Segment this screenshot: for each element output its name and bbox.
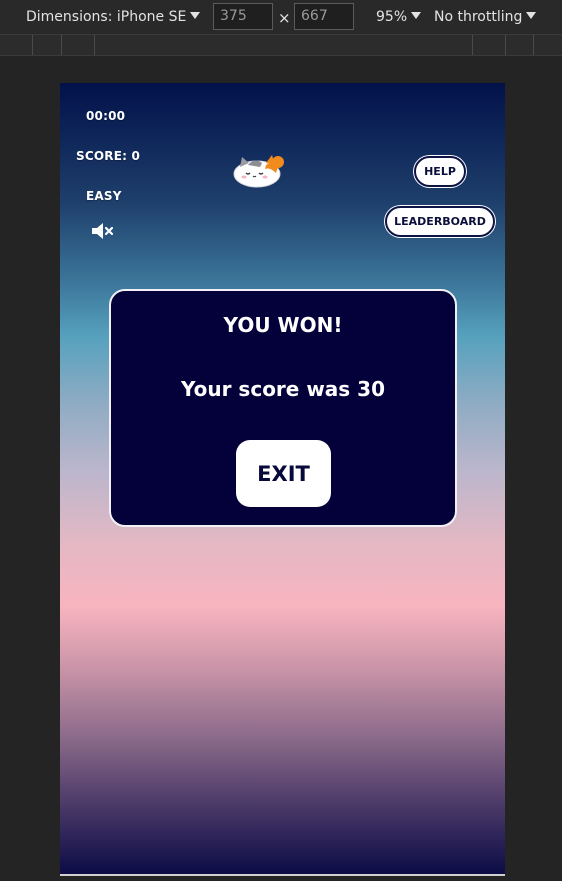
ruler-segment <box>533 35 534 55</box>
ruler-segment <box>505 35 506 55</box>
device-viewport: 00:00 SCORE: 0 EASY HELP LEADERBOARD YOU… <box>60 83 505 876</box>
device-dimensions-dropdown[interactable]: Dimensions: iPhone SE <box>26 0 201 34</box>
chevron-down-icon <box>526 12 537 19</box>
help-button[interactable]: HELP <box>414 156 466 187</box>
chevron-down-icon <box>190 12 201 19</box>
ruler-segment <box>32 35 33 55</box>
dialog-title: YOU WON! <box>223 313 343 337</box>
zoom-dropdown[interactable]: 95% <box>376 0 422 34</box>
width-input[interactable]: 375 <box>213 3 273 30</box>
throttling-label: No throttling <box>434 9 523 25</box>
ruler-segment <box>61 35 62 55</box>
ruler-segment <box>472 35 473 55</box>
win-dialog: YOU WON! Your score was 30 EXIT <box>109 289 457 527</box>
score-display: SCORE: 0 <box>76 149 141 163</box>
leaderboard-button[interactable]: LEADERBOARD <box>385 206 495 237</box>
height-input[interactable]: 667 <box>294 3 354 30</box>
zoom-label: 95% <box>376 9 408 25</box>
devtools-toolbar: Dimensions: iPhone SE 375 × 667 95% No t… <box>0 0 562 34</box>
ruler-segment <box>94 35 95 55</box>
cat-mascot-icon <box>232 153 286 189</box>
timer-display: 00:00 <box>86 109 126 123</box>
device-dimensions-label: Dimensions: iPhone SE <box>26 9 187 25</box>
exit-button[interactable]: EXIT <box>236 440 331 507</box>
dimensions-separator: × <box>278 9 291 27</box>
chevron-down-icon <box>411 12 422 19</box>
throttling-dropdown[interactable]: No throttling <box>434 0 537 34</box>
final-score-text: Your score was 30 <box>180 377 385 401</box>
viewport-bottom-edge <box>60 874 505 876</box>
difficulty-label[interactable]: EASY <box>86 189 122 203</box>
speaker-muted-icon[interactable] <box>90 221 116 241</box>
media-query-bar[interactable] <box>0 34 562 56</box>
